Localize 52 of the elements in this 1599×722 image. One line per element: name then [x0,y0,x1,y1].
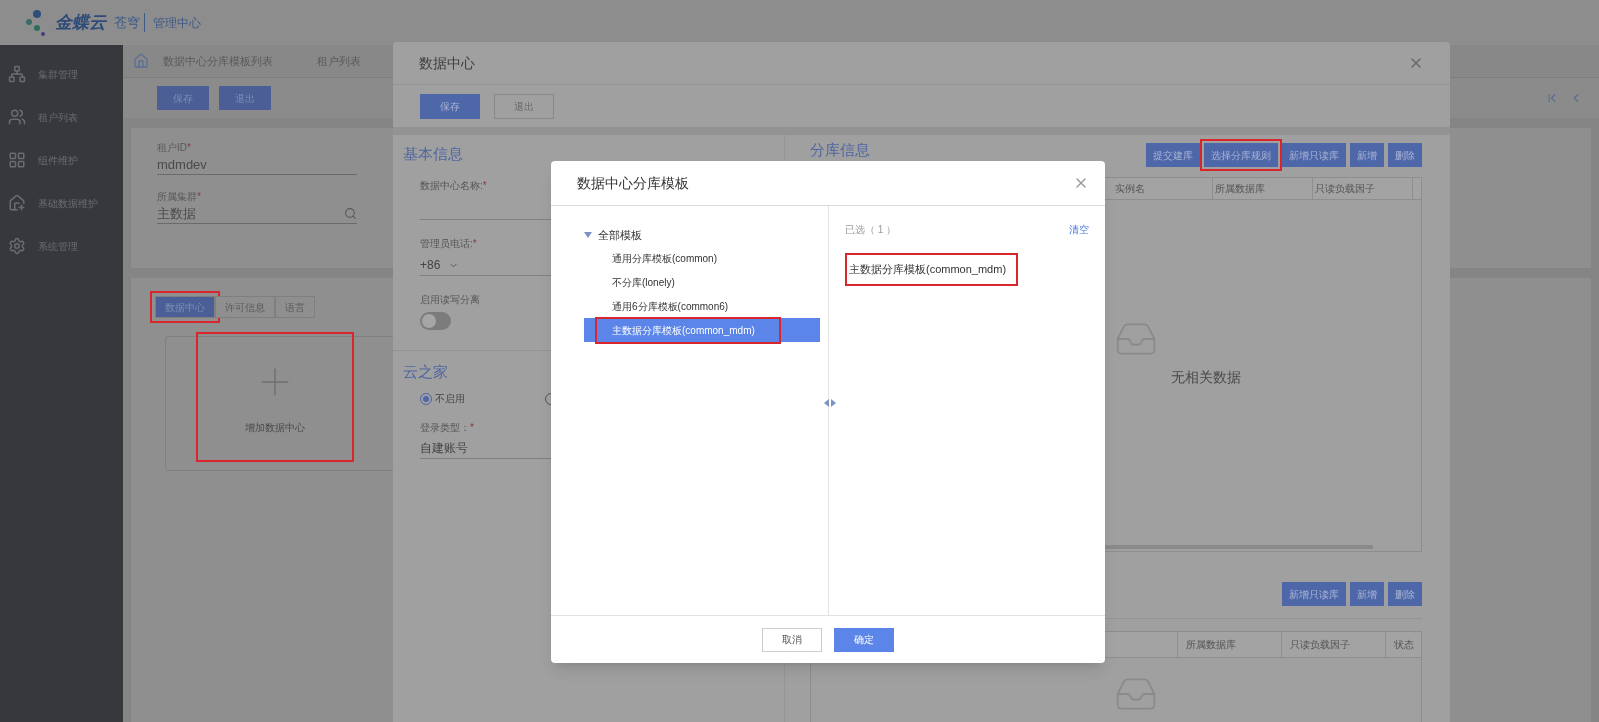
field-label: 管理员电话:* [420,236,477,251]
column-header: 实例名 [1113,178,1213,199]
dialog-button[interactable]: 确定 [834,627,894,652]
product-name: 苍穹 [114,12,145,33]
sidebar-icon [8,194,26,212]
brand-name: 金蝶云 [55,11,106,34]
input-field[interactable]: 主数据 [157,204,357,224]
field-label: 数据中心名称:* [420,178,487,193]
selected-count: 已选（ 1 ） [845,223,897,237]
empty-text: 无相关数据 [1170,368,1241,387]
input-field[interactable]: mdmdev [157,155,357,175]
dialog-title: 数据中心 [419,53,475,73]
shard-button[interactable]: 新增 [1350,582,1384,606]
shard-button[interactable]: 新增只读库 [1282,143,1346,167]
shard-button[interactable]: 提交建库 [1146,143,1200,167]
sidebar-icon [8,65,26,83]
first-page-icon[interactable] [1545,91,1559,105]
dialog-title: 数据中心分库模板 [577,173,689,193]
selected-item[interactable]: 主数据分库模板(common_mdm) [845,253,1019,286]
shard-button[interactable]: 新增 [1350,143,1384,167]
sidebar-icon [8,108,26,126]
dialog-button[interactable]: 取消 [762,627,822,652]
field-label: 登录类型：* [420,421,474,435]
column-header: 只读负载因子 [1313,178,1413,199]
shard-button[interactable]: 删除 [1388,143,1422,167]
shard-button[interactable]: 删除 [1388,582,1422,606]
clear-link[interactable]: 清空 [1069,222,1089,237]
section-title: 云之家 [402,361,449,382]
tree-item[interactable]: 通用6分库模板(common6) [584,294,820,318]
tree-item[interactable]: 主数据分库模板(common_mdm) [584,318,820,342]
tree-node[interactable]: 全部模板 [584,224,820,246]
toggle-switch[interactable] [420,311,451,330]
column-header: 所属数据库 [1213,178,1313,199]
section-title: 分库信息 [810,141,870,158]
collapse-left-icon[interactable] [824,399,829,407]
section-title: 基本信息 [402,144,464,164]
search-icon[interactable] [344,207,357,220]
dialog-button[interactable]: 保存 [420,93,480,119]
section-name: 管理中心 [153,14,201,32]
logo-icon [25,7,47,38]
column-header: 状态 [1385,632,1421,657]
caret-icon[interactable] [584,232,592,238]
sidebar-icon [8,151,26,169]
shard-button[interactable]: 新增只读库 [1282,582,1346,606]
home-icon [133,53,149,69]
tree-item[interactable]: 通用分库模板(common) [584,246,820,270]
collapse-right-icon[interactable] [831,399,836,407]
radio-option[interactable]: 不启用 [420,391,465,406]
column-header: 所属数据库 [1177,632,1281,657]
tree-item[interactable]: 不分库(lonely) [584,270,820,294]
column-header: 只读负载因子 [1281,632,1385,657]
sidebar-icon [8,237,26,255]
